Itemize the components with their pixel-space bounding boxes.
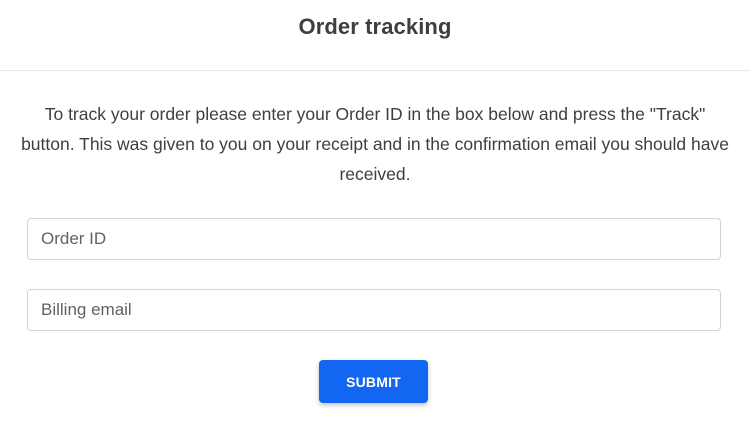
page-title: Order tracking [298,14,452,39]
intro-text: To track your order please enter your Or… [21,104,729,184]
order-id-input[interactable] [27,218,721,260]
submit-button[interactable]: SUBMIT [319,360,428,403]
billing-email-input[interactable] [27,289,721,331]
page-header: Order tracking [0,0,750,71]
